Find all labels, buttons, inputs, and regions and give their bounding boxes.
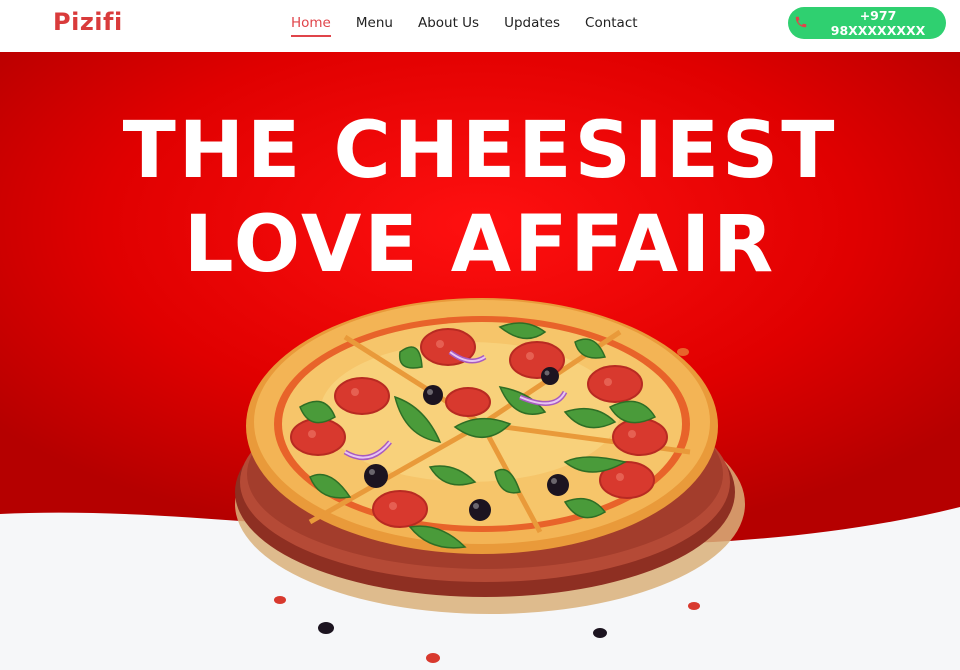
phone-icon <box>794 15 808 32</box>
brand-logo[interactable]: Pizifi <box>53 8 123 36</box>
nav-menu[interactable]: Menu <box>356 15 393 37</box>
hero-title-line-1: THE CHEESIEST <box>122 106 838 196</box>
hero-section: THE CHEESIEST LOVE AFFAIR <box>0 52 960 670</box>
nav-home[interactable]: Home <box>291 15 331 37</box>
hero-title-line-2: LOVE AFFAIR <box>183 200 777 290</box>
nav-updates[interactable]: Updates <box>504 15 560 37</box>
navbar: Pizifi Home Menu About Us Updates Contac… <box>0 0 960 52</box>
phone-number: +977 98XXXXXXXX <box>830 8 926 38</box>
nav-about-us[interactable]: About Us <box>418 15 479 37</box>
main-nav: Home Menu About Us Updates Contact <box>291 15 663 37</box>
nav-contact[interactable]: Contact <box>585 15 638 37</box>
hero-title: THE CHEESIEST LOVE AFFAIR <box>0 104 960 292</box>
phone-button[interactable]: +977 98XXXXXXXX <box>788 7 946 39</box>
